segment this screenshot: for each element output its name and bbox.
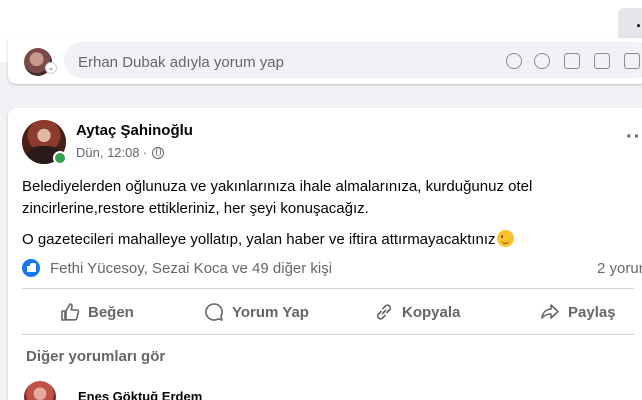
like-label: Beğen (88, 303, 134, 321)
wink-emoji-icon (496, 230, 514, 247)
like-reaction-icon[interactable] (22, 259, 40, 277)
post-actions: Beğen Yorum Yap Kopyala Paylaş (22, 292, 634, 332)
meta-separator: · (142, 145, 147, 160)
like-button[interactable]: Beğen (60, 292, 134, 332)
copy-label: Kopyala (402, 303, 461, 321)
post-meta: Dün, 12:08 · (76, 145, 164, 160)
comment-count[interactable]: 2 yorum (597, 260, 642, 277)
comment-label: Yorum Yap (232, 303, 309, 321)
comment-bubble-icon (205, 303, 223, 321)
online-status-indicator (53, 151, 67, 165)
comment-input[interactable]: Erhan Dubak adıyla yorum yap (64, 42, 642, 78)
post-author-name[interactable]: Aytaç Şahinoğlu (76, 122, 193, 139)
post-card: Aytaç Şahinoğlu Dün, 12:08 · ··· Belediy… (8, 108, 642, 400)
sticker-pack-icon[interactable] (624, 53, 640, 69)
share-arrow-icon (541, 304, 559, 319)
emoji-icon[interactable] (506, 53, 522, 69)
reactions-row: Fethi Yücesoy, Sezai Koca ve 49 diğer ki… (22, 258, 642, 280)
divider (22, 334, 634, 335)
post-paragraph-1: Belediyelerden oğlunuza ve yakınlarınıza… (22, 178, 533, 217)
globe-icon (151, 146, 164, 159)
comment-placeholder: Erhan Dubak adıyla yorum yap (78, 54, 284, 71)
link-icon (376, 304, 392, 320)
post-paragraph-2: O gazetecileri mahalleye yollatıp, yalan… (22, 229, 632, 251)
more-options-icon[interactable]: ··· (626, 126, 642, 149)
post-timestamp[interactable]: Dün, 12:08 (76, 145, 140, 160)
commenter-avatar[interactable] (24, 381, 56, 400)
divider (22, 288, 634, 289)
share-button[interactable]: Paylaş (540, 292, 616, 332)
sticker-icon[interactable] (534, 53, 550, 69)
gif-icon[interactable] (594, 53, 610, 69)
post-text: Belediyelerden oğlunuza ve yakınlarınıza… (22, 176, 632, 260)
commenter-name[interactable]: Enes Göktuğ Erdem (78, 389, 202, 400)
reactions-summary[interactable]: Fethi Yücesoy, Sezai Koca ve 49 diğer ki… (50, 260, 332, 277)
camera-icon[interactable] (564, 53, 580, 69)
chevron-down-icon[interactable]: ⌄ (45, 62, 57, 74)
thumbs-up-icon (61, 303, 80, 321)
previous-post-footer: ⌄ Erhan Dubak adıyla yorum yap (8, 38, 642, 84)
comment-button[interactable]: Yorum Yap (204, 292, 309, 332)
share-label: Paylaş (568, 303, 616, 321)
copy-button[interactable]: Kopyala (374, 292, 460, 332)
post-paragraph-2-text: O gazetecileri mahalleye yollatıp, yalan… (22, 231, 496, 248)
view-more-comments-link[interactable]: Diğer yorumları gör (26, 348, 165, 365)
menu-dot-icon: · (636, 16, 642, 36)
